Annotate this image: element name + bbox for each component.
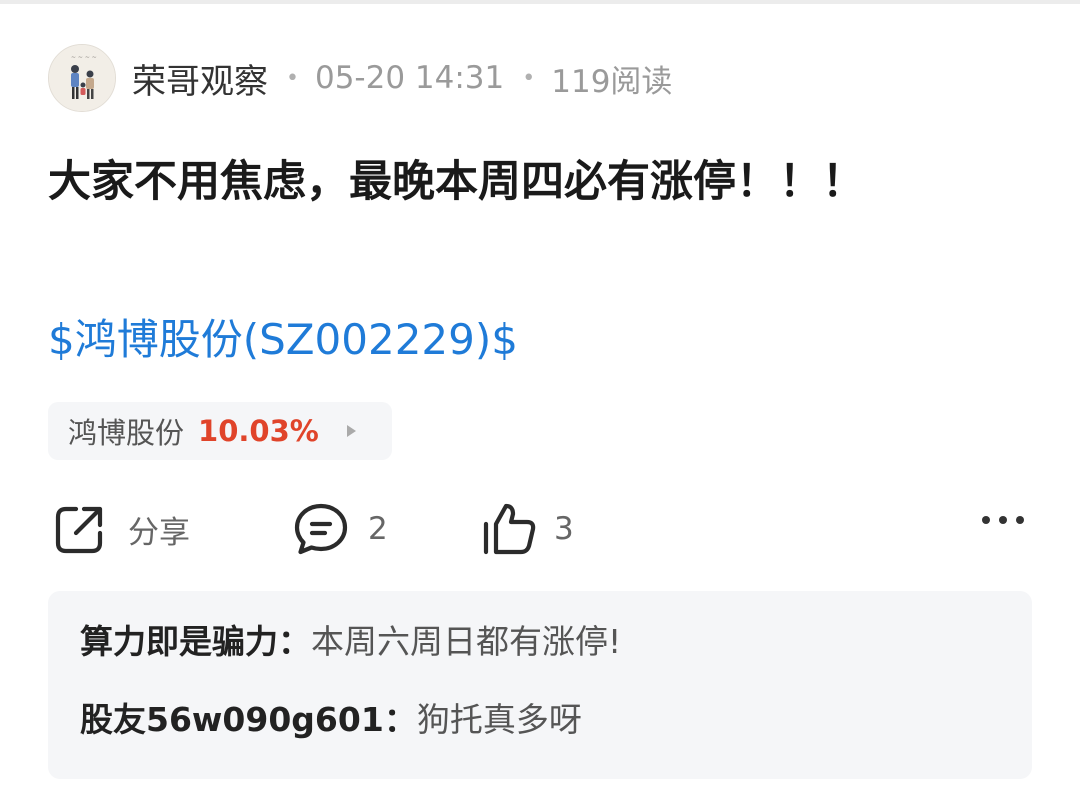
more-icon	[982, 516, 990, 524]
comment-item[interactable]: 股友56w090g601：狗托真多呀	[80, 693, 1000, 747]
like-count: 3	[554, 511, 574, 547]
more-icon	[999, 516, 1007, 524]
author-name[interactable]: 荣哥观察	[132, 54, 268, 103]
like-button[interactable]: 3	[480, 496, 574, 562]
stock-chip[interactable]: 鸿博股份 10.03%	[48, 402, 392, 460]
comment-item[interactable]: 算力即是骗力：本周六周日都有涨停!	[80, 615, 1000, 669]
stock-link[interactable]: $鸿博股份(SZ002229)$	[48, 308, 518, 372]
avatar[interactable]: ~ ~ ~ ~	[48, 44, 116, 112]
comment-user[interactable]: 股友56w090g601	[80, 700, 384, 739]
comment-text: 本周六周日都有涨停!	[311, 622, 622, 661]
action-bar: 分享 2 3	[0, 496, 1080, 562]
comment-user[interactable]: 算力即是骗力	[80, 622, 278, 661]
comment-count: 2	[368, 511, 388, 547]
comment-button[interactable]: 2	[292, 496, 388, 562]
comment-icon	[294, 503, 348, 555]
share-button[interactable]: 分享	[52, 496, 190, 562]
meta-separator: •	[522, 65, 536, 91]
meta-separator: •	[286, 65, 299, 91]
post-title: 大家不用焦虑，最晚本周四必有涨停！！！	[48, 157, 865, 207]
play-arrow-icon	[346, 425, 356, 437]
thumbs-up-icon	[483, 503, 536, 555]
avatar-image: ~ ~ ~ ~	[49, 45, 115, 111]
stock-chip-name: 鸿博股份	[68, 416, 185, 450]
comment-text: 狗托真多呀	[416, 700, 582, 739]
comment-separator: ：	[383, 700, 417, 739]
more-icon	[1016, 516, 1024, 524]
comment-preview-panel[interactable]: 算力即是骗力：本周六周日都有涨停! 股友56w090g601：狗托真多呀	[48, 591, 1032, 779]
more-button[interactable]	[982, 516, 1024, 524]
top-divider	[0, 0, 1080, 4]
stock-chip-change: 10.03%	[198, 414, 319, 448]
share-icon	[55, 506, 103, 554]
comment-separator: ：	[278, 622, 311, 661]
svg-text:~ ~ ~ ~: ~ ~ ~ ~	[71, 54, 97, 61]
post-header: ~ ~ ~ ~ 荣哥观察 • 05-20 14:31 • 119阅读	[48, 44, 672, 112]
post-meta: • 05-20 14:31 • 119阅读	[268, 56, 672, 101]
share-label: 分享	[128, 514, 190, 551]
read-count: 119阅读	[551, 63, 673, 100]
post-date: 05-20 14:31	[314, 60, 505, 96]
